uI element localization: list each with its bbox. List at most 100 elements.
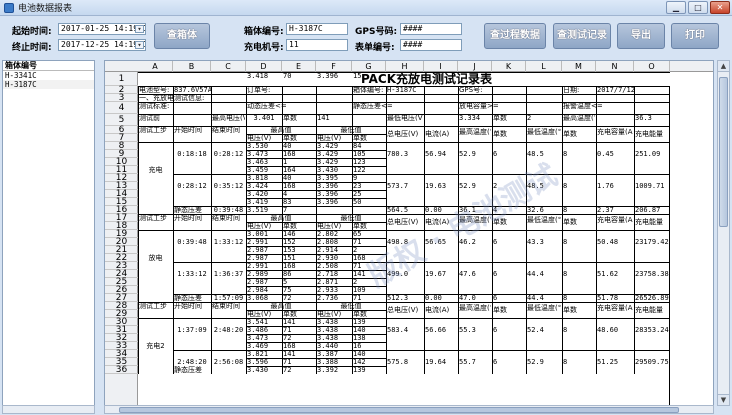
list-item[interactable]: H-3341C	[3, 71, 94, 80]
sheet-cell: 单数	[353, 222, 367, 230]
column-header[interactable]: I	[424, 61, 458, 72]
column-header[interactable]: L	[526, 61, 562, 72]
grid-line	[211, 86, 212, 374]
sheet-cell: 单数	[493, 114, 507, 122]
sheet-cell: 52.4	[527, 326, 544, 334]
sheet-cell: 71	[353, 262, 362, 270]
sheet-cell: 498.8	[387, 238, 409, 246]
horizontal-scrollbar[interactable]	[104, 405, 714, 414]
print-button[interactable]: 打印	[671, 23, 719, 49]
sheet-cell: 56.94	[425, 150, 447, 158]
sheet-cell: 564.5	[387, 206, 409, 214]
column-header[interactable]: K	[492, 61, 526, 72]
sheet-cell: 3.401	[253, 114, 275, 122]
row-header[interactable]: 1	[105, 72, 138, 86]
column-header[interactable]: M	[562, 61, 596, 72]
minimize-button[interactable]: ▁	[666, 1, 686, 14]
sheet-cell: 静态压差	[174, 294, 202, 302]
query-process-button[interactable]: 查过程数据	[484, 23, 546, 49]
row-header[interactable]: 3	[105, 94, 138, 103]
sheet-cell: 109	[353, 286, 366, 294]
charger-no-input[interactable]: 11	[286, 39, 348, 51]
sheet-cell: 23179.42	[635, 238, 669, 246]
column-header[interactable]: D	[246, 61, 282, 72]
sheet-cell: 2.984	[247, 286, 269, 294]
sheet-cell: 499.0	[387, 270, 409, 278]
sheet-cell: 3.438	[317, 334, 339, 342]
date-picker-icon[interactable]: ▾	[135, 25, 144, 33]
sheet-cell: 7	[283, 206, 288, 214]
sheet-cell: 51.62	[597, 270, 619, 278]
row-header[interactable]: 4	[105, 102, 138, 114]
sheet-cell: 51.78	[597, 294, 619, 302]
sheet-cell: 最高温度(℃)	[459, 304, 491, 312]
sheet-cell: 139	[353, 366, 366, 374]
sheet-cell: 报警温度<=	[563, 102, 603, 110]
sheet-cell: 2.718	[317, 270, 339, 278]
date-picker-icon[interactable]: ▾	[135, 41, 144, 49]
row-header[interactable]: 36	[105, 366, 138, 375]
query-test-record-button[interactable]: 查测试记录	[553, 23, 611, 49]
sheet-cell: 3.821	[247, 350, 269, 358]
sheet-cell: 1:37:09	[177, 326, 207, 334]
list-item[interactable]: H-3187C	[3, 80, 94, 89]
column-header[interactable]: O	[634, 61, 670, 72]
column-header[interactable]: F	[316, 61, 352, 72]
sheet-cell: 最高温度(℃)	[563, 114, 595, 122]
sheet-cell: 结束时间	[212, 214, 240, 222]
column-header[interactable]: N	[596, 61, 634, 72]
column-header[interactable]: E	[282, 61, 316, 72]
sheet-cell: 71	[283, 358, 292, 366]
sheet-cell: 0:35:12	[213, 182, 244, 190]
close-button[interactable]: ✕	[710, 1, 730, 14]
sheet-cell: 206.87	[635, 206, 661, 214]
column-header[interactable]: C	[211, 61, 246, 72]
scroll-thumb[interactable]	[719, 77, 728, 227]
sheet-cell: 3.396	[317, 190, 339, 198]
sheet-cell: 3.430	[317, 166, 339, 174]
grid-line	[138, 114, 670, 115]
sheet-cell: 单数	[283, 222, 297, 230]
sheet-cell: 138	[353, 334, 366, 342]
sheet-cell: 3.387	[317, 350, 339, 358]
meter-no-input[interactable]: ####	[400, 39, 462, 51]
maximize-button[interactable]: □	[688, 1, 708, 14]
sheet-cell: 单数	[563, 130, 577, 138]
sheet-cell: 单数	[283, 114, 297, 122]
sheet-cell: 0.45	[597, 150, 614, 158]
left-horizontal-scrollbar[interactable]	[2, 405, 95, 414]
scroll-down-icon[interactable]: ▼	[718, 394, 729, 405]
sheet-cell: 6	[493, 150, 498, 158]
box-no-input[interactable]: H-3187C	[286, 23, 348, 35]
sheet-cell: 8	[563, 150, 568, 158]
column-header[interactable]: A	[138, 61, 173, 72]
column-header[interactable]: B	[173, 61, 211, 72]
start-time-input[interactable]: 2017-01-25 14:19:15 ▾	[58, 23, 146, 35]
sheet-cell: 48.5	[527, 182, 544, 190]
sheet-cell: H-3187C	[387, 86, 417, 94]
sheet-cell: 2.802	[317, 230, 339, 238]
query-toolbar: 起始时间: 2017-01-25 14:19:15 ▾ 终止时间: 2017-12…	[0, 16, 732, 58]
horizontal-scroll-thumb[interactable]	[119, 407, 679, 413]
sheet-cell: 3.388	[317, 358, 339, 366]
sheet-cell: 3.392	[317, 366, 339, 374]
export-button[interactable]: 导出	[617, 23, 665, 49]
column-header[interactable]: J	[458, 61, 492, 72]
sheet-cell: 1:36:37	[213, 270, 244, 278]
query-box-button[interactable]: 查箱体	[154, 23, 210, 49]
sheet-cell: 2.933	[317, 286, 339, 294]
column-header[interactable]: H	[386, 61, 424, 72]
grid-line	[138, 72, 670, 73]
sheet-cell: 总电压(V)	[387, 130, 419, 138]
scroll-up-icon[interactable]: ▲	[718, 61, 729, 72]
sheet-cell: 15	[353, 72, 362, 80]
sheet-cell: 44.4	[527, 294, 544, 302]
vertical-scrollbar[interactable]: ▲ ▼	[717, 60, 730, 406]
sheet-cell: 780.3	[387, 150, 409, 158]
column-header[interactable]: G	[352, 61, 386, 72]
sheet-cell: 51.25	[597, 358, 619, 366]
sheet-cell: 86	[283, 270, 292, 278]
gps-input[interactable]: ####	[400, 23, 462, 35]
end-time-input[interactable]: 2017-12-25 14:19:15 ▾	[58, 39, 146, 51]
sheet-cell: 结束时间	[212, 126, 240, 134]
